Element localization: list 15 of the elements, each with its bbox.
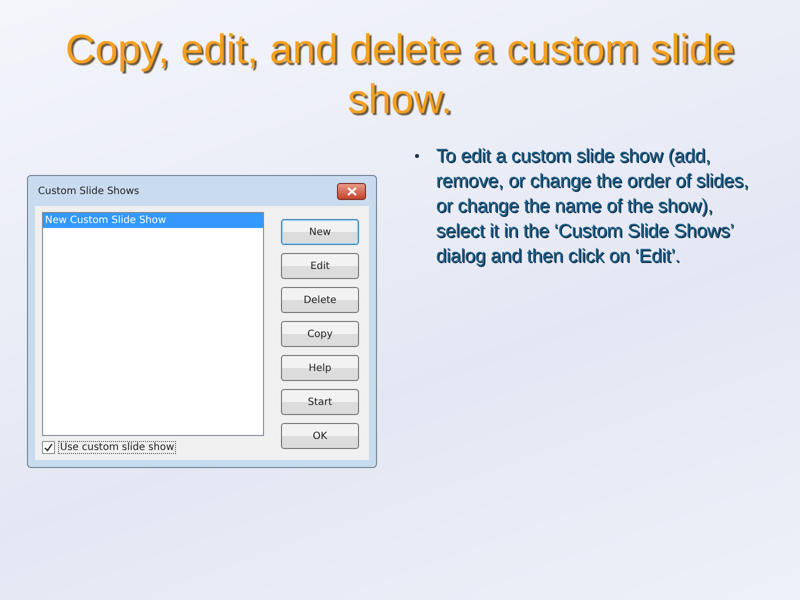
bullet-text: To edit a custom slide show (add, remove, or change the order of slides, or change the name of the show), select it in the ‘Custom Slide Shows’ dialog and then click on ‘Edit’.: [436, 145, 750, 269]
close-button[interactable]: [337, 182, 366, 200]
bullet-icon: [415, 154, 419, 158]
checkbox[interactable]: [42, 441, 55, 454]
dialog-button[interactable]: Start: [281, 389, 359, 415]
dialog-button[interactable]: Help: [281, 355, 359, 381]
checkbox-label: Use custom slide show: [58, 441, 176, 454]
dialog-button[interactable]: New: [281, 219, 359, 245]
slide-title: Copy, edit, and delete a custom slide show.: [64, 25, 736, 124]
dialog-button[interactable]: Delete: [281, 287, 359, 313]
dialog-button[interactable]: Edit: [281, 253, 359, 279]
dialog-button[interactable]: Copy: [281, 321, 359, 347]
dialog-button[interactable]: OK: [281, 423, 359, 449]
close-icon: [346, 186, 356, 196]
window-title: Custom Slide Shows: [37, 186, 140, 196]
